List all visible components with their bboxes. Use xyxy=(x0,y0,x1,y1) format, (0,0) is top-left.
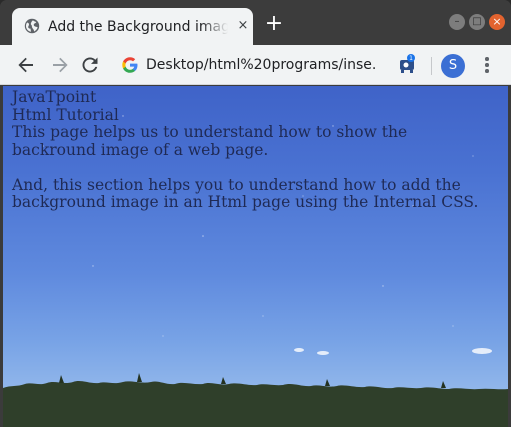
arrow-right-icon xyxy=(53,57,68,73)
active-tab[interactable]: Add the Background image × xyxy=(12,8,253,45)
profile-avatar[interactable]: S xyxy=(441,54,465,78)
kebab-dot-icon xyxy=(485,69,489,73)
url-text: Desktop/html%20programs/inse... xyxy=(146,57,376,73)
extension-badge: 1 xyxy=(409,55,413,62)
treeline-silhouette xyxy=(3,373,508,427)
kebab-dot-icon xyxy=(485,57,489,61)
google-g-icon xyxy=(122,57,138,73)
heading-javatpoint: JavaTpoint xyxy=(12,88,97,106)
close-window-button[interactable]: × xyxy=(489,14,505,30)
tab-close-button[interactable]: × xyxy=(236,19,250,33)
address-bar[interactable]: Desktop/html%20programs/inse... xyxy=(112,49,424,81)
reload-icon xyxy=(82,57,98,73)
paragraph-intro: This page helps us to understand how to … xyxy=(12,123,408,159)
back-button[interactable] xyxy=(12,51,40,79)
page-content: JavaTpoint Html Tutorial This page helps… xyxy=(12,88,492,212)
extension-icon[interactable]: 1 xyxy=(396,53,420,77)
reload-button[interactable] xyxy=(76,51,104,79)
toolbar-divider xyxy=(431,57,432,75)
tab-strip: Add the Background image × + – □ × xyxy=(0,0,511,45)
tab-title: Add the Background image xyxy=(48,19,228,35)
browser-toolbar: Desktop/html%20programs/inse... 1 S xyxy=(0,45,511,85)
paragraph-section: And, this section helps you to understan… xyxy=(12,175,479,211)
minimize-button[interactable]: – xyxy=(449,14,465,30)
forward-button[interactable] xyxy=(46,51,74,79)
menu-button[interactable] xyxy=(476,53,498,77)
maximize-button[interactable]: □ xyxy=(469,14,485,30)
globe-icon xyxy=(24,18,40,34)
kebab-dot-icon xyxy=(485,63,489,67)
heading-html-tutorial: Html Tutorial xyxy=(12,105,119,124)
page-viewport: JavaTpoint Html Tutorial This page helps… xyxy=(3,86,508,427)
browser-window: Add the Background image × + – □ × Deskt… xyxy=(0,0,511,427)
new-tab-button[interactable]: + xyxy=(264,13,284,35)
arrow-left-icon xyxy=(18,57,33,73)
